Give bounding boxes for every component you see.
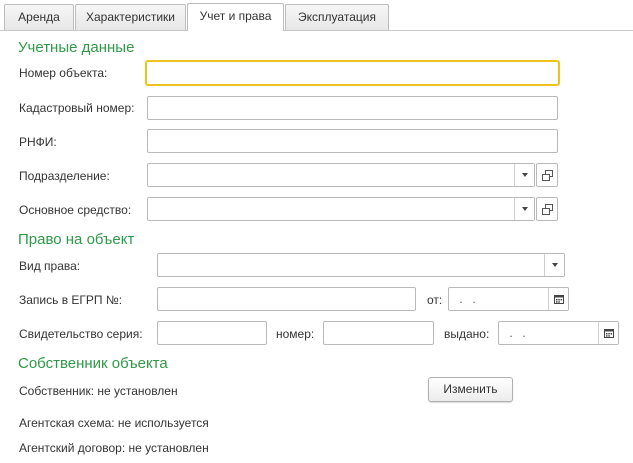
issued-date-calendar-button[interactable] bbox=[598, 322, 618, 344]
from-date-label: от: bbox=[427, 293, 443, 307]
division-label: Подразделение: bbox=[19, 169, 110, 183]
tab-divider bbox=[0, 30, 633, 31]
object-number-input[interactable] bbox=[146, 61, 559, 85]
cert-series-label: Свидетельство серия: bbox=[19, 327, 143, 341]
section-title-owner: Собственник объекта bbox=[18, 355, 168, 372]
tab-arenda[interactable]: Аренда bbox=[4, 4, 74, 30]
tab-exploitation[interactable]: Эксплуатация bbox=[285, 4, 389, 30]
agent-contract-text: Агентский договор: не установлен bbox=[19, 441, 209, 455]
rnfi-input[interactable] bbox=[147, 129, 558, 153]
object-number-label: Номер объекта: bbox=[19, 66, 108, 80]
fixed-asset-dropdown-button[interactable] bbox=[514, 198, 534, 220]
from-date-calendar-button[interactable] bbox=[548, 288, 568, 310]
fixed-asset-open-button[interactable] bbox=[536, 197, 558, 221]
agent-scheme-text: Агентская схема: не используется bbox=[19, 416, 209, 430]
division-open-button[interactable] bbox=[536, 163, 558, 187]
right-type-select[interactable] bbox=[157, 253, 565, 277]
cert-number-label: номер: bbox=[276, 327, 315, 341]
cert-series-input[interactable] bbox=[157, 321, 267, 345]
calendar-icon bbox=[604, 329, 614, 338]
open-window-icon bbox=[542, 204, 553, 215]
chevron-down-icon bbox=[522, 207, 528, 211]
chevron-down-icon bbox=[522, 173, 528, 177]
calendar-icon bbox=[554, 295, 564, 304]
egrp-input[interactable] bbox=[157, 287, 416, 311]
issued-date-label: выдано: bbox=[444, 327, 490, 341]
fixed-asset-select[interactable] bbox=[147, 197, 535, 221]
fixed-asset-label: Основное средство: bbox=[19, 203, 132, 217]
open-window-icon bbox=[542, 170, 553, 181]
cadastral-number-input[interactable] bbox=[147, 96, 558, 120]
change-owner-button[interactable]: Изменить bbox=[428, 377, 513, 402]
division-select[interactable] bbox=[147, 163, 535, 187]
right-type-dropdown-button[interactable] bbox=[544, 254, 564, 276]
cadastral-number-label: Кадастровый номер: bbox=[19, 101, 135, 115]
section-title-rights: Право на объект bbox=[18, 231, 135, 248]
tab-characteristics[interactable]: Характеристики bbox=[75, 4, 186, 30]
owner-status-text: Собственник: не установлен bbox=[19, 384, 178, 398]
rnfi-label: РНФИ: bbox=[19, 135, 57, 149]
cert-number-input[interactable] bbox=[323, 321, 434, 345]
tab-bar: Аренда Характеристики Учет и права Экспл… bbox=[0, 0, 633, 31]
right-type-label: Вид права: bbox=[19, 259, 81, 273]
egrp-label: Запись в ЕГРП №: bbox=[19, 293, 123, 307]
section-title-accounting: Учетные данные bbox=[18, 39, 135, 56]
division-dropdown-button[interactable] bbox=[514, 164, 534, 186]
chevron-down-icon bbox=[552, 263, 558, 267]
tab-accounting-rights[interactable]: Учет и права bbox=[187, 3, 284, 31]
